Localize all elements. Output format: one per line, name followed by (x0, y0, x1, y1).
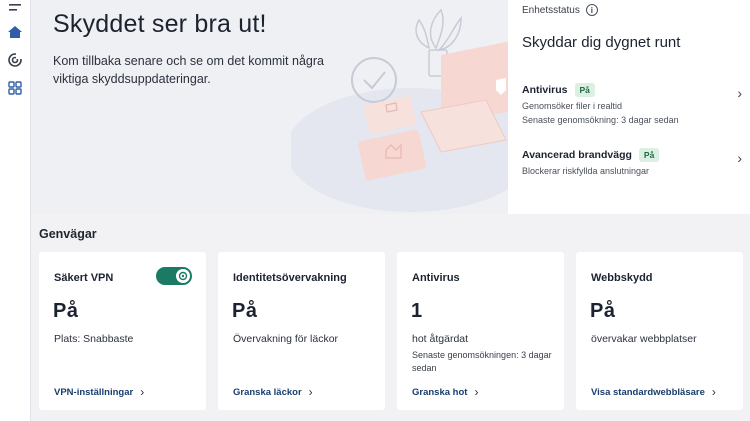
shortcut-card-identity: Identitetsövervakning På Övervakning för… (218, 252, 385, 410)
apps-grid-icon[interactable] (4, 77, 26, 99)
hero-panel: Skyddet ser bra ut! Kom tillbaka senare … (31, 0, 508, 214)
status-item-detail: Senaste genomsökning: 3 dagar sedan (522, 115, 679, 125)
status-item-name: Antivirus (522, 84, 568, 96)
device-status-title: Skyddar dig dygnet runt (522, 34, 681, 51)
chevron-right-icon: › (737, 150, 742, 166)
card-title: Identitetsövervakning (233, 272, 347, 284)
status-item-detail: Blockerar riskfyllda anslutningar (522, 166, 650, 176)
review-leaks-link[interactable]: Granska läckor › (233, 385, 313, 399)
card-link-label: Granska hot (412, 386, 468, 398)
chevron-right-icon: › (308, 385, 313, 399)
chevron-right-icon: › (140, 385, 145, 399)
card-value: På (53, 300, 79, 322)
card-link-label: Visa standardwebbläsare (591, 386, 705, 398)
card-value: På (232, 300, 258, 322)
card-title: Antivirus (412, 272, 460, 284)
status-badge: På (638, 148, 660, 162)
device-status-panel: Enhetsstatus i Skyddar dig dygnet runt A… (508, 0, 750, 214)
card-link-label: Granska läckor (233, 386, 302, 398)
card-detail: Plats: Snabbaste (54, 333, 134, 345)
card-title: Säkert VPN (54, 272, 114, 284)
shortcuts-title: Genvägar (39, 227, 97, 241)
chevron-right-icon: › (711, 385, 716, 399)
menu-icon[interactable] (4, 0, 26, 18)
toggle-knob (176, 269, 190, 283)
device-status-header: Enhetsstatus i (522, 4, 598, 16)
info-icon[interactable]: i (585, 4, 598, 16)
scan-icon[interactable] (4, 49, 26, 71)
sidebar (0, 0, 31, 421)
protection-illustration (291, 8, 508, 212)
vpn-settings-link[interactable]: VPN-inställningar › (54, 385, 144, 399)
card-detail: Övervakning för läckor (233, 333, 339, 345)
status-item-antivirus[interactable]: Antivirus På Genomsöker filer i realtid … (522, 83, 744, 127)
review-threats-link[interactable]: Granska hot › (412, 385, 478, 399)
card-extra-detail: Senaste genomsökningen: 3 dagar sedan (412, 350, 552, 373)
card-detail: hot åtgärdat (412, 333, 469, 345)
card-title: Webbskydd (591, 272, 653, 284)
shortcut-card-antivirus: Antivirus 1 hot åtgärdat Senaste genomsö… (397, 252, 564, 410)
status-item-firewall[interactable]: Avancerad brandvägg På Blockerar riskfyl… (522, 148, 744, 192)
vpn-shield-icon (178, 271, 188, 281)
shortcut-card-web-protection: Webbskydd På övervakar webbplatser Visa … (576, 252, 743, 410)
status-item-name: Avancerad brandvägg (522, 149, 632, 161)
status-item-detail: Genomsöker filer i realtid (522, 101, 623, 111)
card-value: 1 (411, 300, 423, 322)
status-badge: På (574, 83, 595, 97)
card-detail: övervakar webbplatser (591, 333, 697, 345)
shortcut-card-vpn: Säkert VPN På Plats: Snabbaste VPN-instä… (39, 252, 206, 410)
card-link-label: VPN-inställningar (54, 386, 134, 398)
hero-title: Skyddet ser bra ut! (53, 10, 267, 38)
card-value: På (590, 300, 616, 322)
home-icon[interactable] (4, 21, 26, 43)
device-status-header-label: Enhetsstatus (522, 4, 580, 16)
default-browser-link[interactable]: Visa standardwebbläsare › (591, 385, 716, 399)
vpn-toggle[interactable] (156, 267, 192, 285)
chevron-right-icon: › (474, 385, 479, 399)
chevron-right-icon: › (737, 85, 742, 101)
